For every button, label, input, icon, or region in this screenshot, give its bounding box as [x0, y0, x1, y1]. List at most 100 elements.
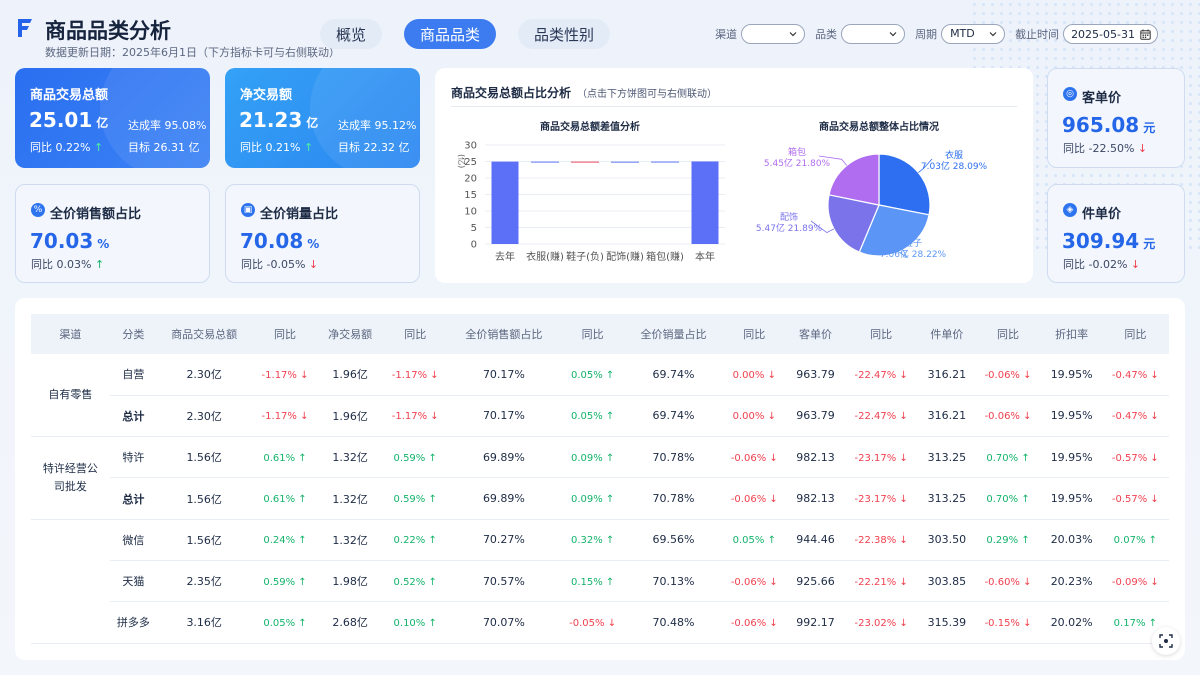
arrow-down-icon: ↓ [769, 576, 778, 588]
bar-鞋子(负) [571, 161, 599, 163]
value-cell: 19.95% [1041, 477, 1102, 520]
arrow-down-icon: ↓ [769, 617, 778, 629]
bar-chart-title: 商品交易总额差值分析 [540, 122, 640, 133]
y-tick-label: 30 [464, 141, 477, 152]
arrow-down-icon: ↓ [1150, 369, 1159, 381]
table-row[interactable]: 天猫 2.35亿 0.59% ↑ 1.98亿 0.52% ↑ 70.57% 0.15% ↑ 7… [31, 560, 1169, 603]
yoy-cell: -0.06% ↓ [720, 436, 788, 479]
yoy-cell: -22.21% ↓ [843, 560, 920, 603]
value-cell: 19.95% [1041, 395, 1102, 438]
logo-icon [18, 19, 32, 37]
arrow-up-icon: ↑ [298, 494, 307, 506]
arrow-down-icon: ↓ [1023, 617, 1032, 629]
arrow-down-icon: ↓ [1130, 258, 1141, 271]
value-cell: 1.56亿 [156, 519, 252, 561]
table-row[interactable]: 总计 2.30亿 -1.17% ↓ 1.96亿 -1.17% ↓ 70.17% 0.05% … [31, 395, 1169, 438]
arrow-up-icon: ↑ [605, 494, 615, 506]
kpi-card-full-price-qty[interactable]: ▣ 全价销量占比 70.08% 同比 -0.05% ↓ [225, 184, 420, 283]
column-header[interactable]: 件单价 [919, 314, 975, 354]
arrow-up-icon: ↑ [428, 535, 437, 547]
tab-category[interactable]: 商品品类 [404, 19, 497, 49]
table-row[interactable]: 拼多多 3.16亿 0.05% ↑ 2.68亿 0.10% ↑ 70.07% -0.05% … [31, 601, 1169, 644]
column-header[interactable]: 同比 [559, 314, 627, 354]
kpi-card-gmv[interactable]: 商品交易总额 25.01 亿 达成率 95.08% 同比 0.22% ↑ 目标 2… [15, 68, 210, 168]
yoy-cell: -0.15% ↓ [974, 601, 1042, 644]
column-header[interactable]: 同比 [381, 314, 449, 354]
table-row[interactable]: 特许经营公 司批发 特许 1.56亿 0.61% ↑ 1.32亿 0.59% ↑ 69.89%… [31, 436, 1169, 520]
waterfall-bar-chart[interactable]: 051015202530(亿)去年 衣服(赚) 鞋子(负) 配饰(赚) 箱包(赚) 本年 [445, 133, 735, 283]
bar-去年 [491, 161, 519, 244]
column-header[interactable]: 全价销售额占比 [448, 314, 560, 354]
kpi-card-full-price-sales[interactable]: % 全价销售额占比 70.03% 同比 0.03% ↑ [15, 184, 210, 283]
arrow-up-icon: ↑ [1021, 494, 1030, 506]
yoy-cell: 0.00% ↓ [720, 354, 788, 396]
channel-table-panel: 渠道 分类 商品交易总额 同比 净交易额 同比 全价销售额占比 同比 全价销量占比 同比 客单价 同比… [15, 298, 1185, 660]
share-pie-chart[interactable]: 衣服7.03亿 28.09% 鞋子7.06亿 28.22% 配饰5.47亿 21.8… [740, 133, 1020, 283]
arrow-up-icon: ↑ [605, 369, 615, 381]
kpi-card-unit-price[interactable]: ◈ 件单价 309.94 元 同比 -0.02% ↓ [1047, 184, 1185, 283]
pie-label-value: 5.47亿 21.89% [756, 222, 823, 234]
category-cell: 特许 [109, 436, 157, 479]
column-header[interactable]: 净交易额 [318, 314, 382, 354]
kpi-value: 70.03% [30, 229, 110, 253]
column-header[interactable]: 同比 [1101, 314, 1169, 354]
arrow-up-icon: ↑ [298, 535, 307, 547]
focus-mode-button[interactable] [1152, 627, 1180, 655]
yoy-cell: -0.47% ↓ [1101, 395, 1169, 438]
cutoff-date-value: 2025-05-31 [1071, 27, 1135, 41]
kpi-yoy: 同比 -22.50% ↓ [1063, 142, 1148, 155]
column-header[interactable]: 客单价 [787, 314, 844, 354]
category-select[interactable] [841, 24, 906, 44]
value-cell: 963.79 [787, 395, 844, 438]
column-header[interactable]: 折扣率 [1041, 314, 1102, 354]
table-row[interactable]: 微信 1.56亿 0.24% ↑ 1.32亿 0.22% ↑ 70.27% 0.32% ↑ 6… [31, 519, 1169, 644]
arrow-up-icon: ↑ [605, 576, 615, 588]
column-header[interactable]: 同比 [843, 314, 920, 354]
column-header[interactable]: 同比 [720, 314, 788, 354]
kpi-yoy: 同比 -0.02% ↓ [1063, 258, 1141, 271]
period-select[interactable]: MTD [941, 24, 1006, 44]
bar-本年 [691, 161, 719, 244]
column-header[interactable]: 分类 [109, 314, 157, 354]
cutoff-date-picker[interactable]: 2025-05-31 [1063, 24, 1158, 44]
x-tick-label: 衣服(赚) [526, 250, 564, 263]
kpi-card-net[interactable]: 净交易额 21.23 亿 达成率 95.12% 同比 0.21% ↑ 目标 22.… [225, 68, 420, 168]
channel-cell: 自有零售 [31, 354, 110, 438]
yoy-cell: 0.32% ↑ [559, 519, 627, 561]
column-header[interactable]: 商品交易总额 [156, 314, 252, 354]
column-header[interactable]: 全价销量占比 [626, 314, 721, 354]
tab-category-gender[interactable]: 品类性别 [518, 19, 611, 49]
column-header[interactable]: 同比 [974, 314, 1042, 354]
table-row[interactable]: 总计 1.56亿 0.61% ↑ 1.32亿 0.59% ↑ 69.89% 0.09% ↑ 7… [31, 477, 1169, 520]
value-cell: 1.56亿 [156, 477, 252, 520]
arrow-up-icon: ↑ [605, 535, 615, 547]
category-cell: 天猫 [109, 560, 157, 603]
tag-icon: ◈ [1063, 203, 1077, 217]
kpi-yoy: 同比 0.03% ↑ [31, 258, 105, 271]
y-tick-label: 15 [464, 190, 477, 201]
column-header[interactable]: 渠道 [31, 314, 110, 354]
tab-bar: 概览 商品品类 品类性别 [320, 19, 611, 49]
yoy-cell: -0.06% ↓ [974, 395, 1042, 438]
yoy-cell: -1.17% ↓ [251, 354, 319, 396]
arrow-up-icon: ↑ [1021, 452, 1030, 464]
yoy-cell: -22.38% ↓ [843, 519, 920, 561]
channel-select[interactable] [741, 24, 806, 44]
channel-category-table: 渠道 分类 商品交易总额 同比 净交易额 同比 全价销售额占比 同比 全价销量占比 同比 客单价 同比… [31, 314, 1169, 644]
yoy-cell: 0.59% ↑ [381, 477, 449, 520]
yoy-cell: -0.06% ↓ [720, 601, 788, 644]
pie-label-name: 箱包 [788, 146, 806, 158]
yoy-cell: -0.57% ↓ [1101, 436, 1169, 479]
yoy-cell: -22.47% ↓ [843, 354, 920, 396]
kpi-value: 309.94 元 [1062, 229, 1156, 253]
arrow-down-icon: ↓ [1023, 576, 1032, 588]
arrow-up-icon: ↑ [428, 494, 437, 506]
column-header[interactable]: 同比 [251, 314, 319, 354]
kpi-card-aov[interactable]: ◎ 客单价 965.08 元 同比 -22.50% ↓ [1047, 68, 1185, 168]
tab-overview[interactable]: 概览 [320, 19, 383, 49]
category-cell: 总计 [109, 395, 157, 438]
kpi-target: 目标 22.32 亿 [338, 141, 410, 154]
yoy-cell: 0.05% ↑ [559, 354, 627, 396]
table-row[interactable]: 自有零售 自营 2.30亿 -1.17% ↓ 1.96亿 -1.17% ↓ 70.17% 0.… [31, 354, 1169, 438]
share-analysis-panel: 商品交易总额占比分析 （点击下方饼图可与右侧联动） 商品交易总额差值分析 商品交易… [435, 68, 1033, 283]
